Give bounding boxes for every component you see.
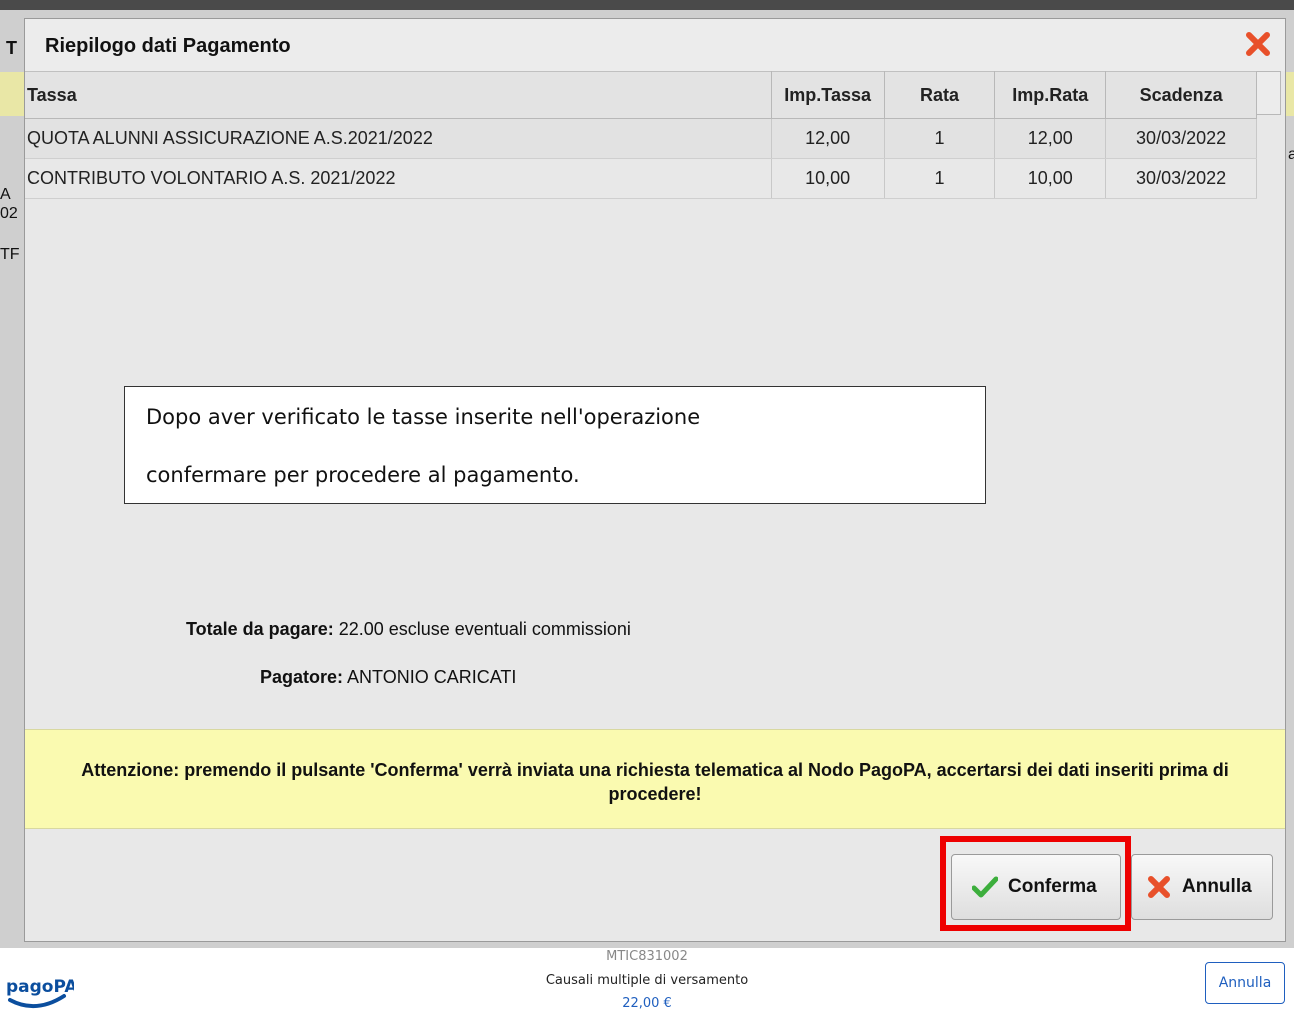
warning-banner: Attenzione: premendo il pulsante 'Confer… [25,729,1285,829]
cell-imp-tassa: 10,00 [771,158,885,199]
cell-imp-tassa: 12,00 [771,118,885,159]
column-header-rata[interactable]: Rata [884,71,996,119]
background-fragment: T [6,38,17,58]
cell-imp-rata: 10,00 [994,158,1107,199]
organization-code: MTIC831002 [606,949,688,964]
payment-description: Causali multiple di versamento [545,973,749,988]
confirm-button[interactable]: Conferma [951,854,1121,920]
table-scrollbar-stub[interactable] [1257,71,1281,115]
background-topbar [0,0,1294,10]
cell-rata: 1 [884,118,996,159]
total-value: 22.00 escluse eventuali commissioni [333,619,631,639]
close-icon [1148,876,1170,898]
table-row[interactable]: CONTRIBUTO VOLONTARIO A.S. 2021/2022 10,… [25,158,1257,199]
fees-table-container: Tassa Imp.Tassa Rata Imp.Rata Scadenza Q… [25,71,1257,199]
cell-scadenza: 30/03/2022 [1105,158,1257,199]
cancel-button-label: Annulla [1182,876,1252,897]
background-fragment: A [0,186,11,203]
cell-tassa: CONTRIBUTO VOLONTARIO A.S. 2021/2022 [25,158,772,199]
payer-label: Pagatore: [260,667,344,687]
cell-rata: 1 [884,158,996,199]
checkmark-icon [972,876,998,898]
column-header-imp-tassa[interactable]: Imp.Tassa [771,71,885,119]
cancel-button[interactable]: Annulla [1131,854,1273,920]
callout-line-1: Dopo aver verificato le tasse inserite n… [146,405,701,429]
fees-table: Tassa Imp.Tassa Rata Imp.Rata Scadenza Q… [25,71,1257,199]
confirm-button-label: Conferma [1008,876,1097,897]
dialog-header: Riepilogo dati Pagamento [25,19,1285,71]
background-fragment: a [1288,146,1294,163]
payer-value: ANTONIO CARICATI [343,667,517,687]
total-label: Totale da pagare: [186,619,334,639]
payment-summary-dialog: Riepilogo dati Pagamento Tassa Imp.Tassa… [24,18,1286,942]
payer: Pagatore: ANTONIO CARICATI [260,667,516,688]
background-fragment: 02 [0,205,18,222]
cell-scadenza: 30/03/2022 [1105,118,1257,159]
column-header-imp-rata[interactable]: Imp.Rata [994,71,1107,119]
table-row[interactable]: QUOTA ALUNNI ASSICURAZIONE A.S.2021/2022… [25,118,1257,159]
callout-line-2: confermare per procedere al pagamento. [146,463,580,487]
background-fragment: TF [0,246,20,263]
dialog-title: Riepilogo dati Pagamento [45,35,291,57]
column-header-tassa[interactable]: Tassa [25,71,772,119]
total-to-pay: Totale da pagare: 22.00 escluse eventual… [186,619,631,640]
cell-tassa: QUOTA ALUNNI ASSICURAZIONE A.S.2021/2022 [25,118,772,159]
footer-cancel-button[interactable]: Annulla [1205,962,1285,1004]
payment-amount: 22,00 € [622,996,672,1011]
close-icon[interactable] [1243,29,1273,59]
table-header-row: Tassa Imp.Tassa Rata Imp.Rata Scadenza [25,71,1257,119]
cell-imp-rata: 12,00 [994,118,1107,159]
instruction-callout: Dopo aver verificato le tasse inserite n… [124,386,986,504]
column-header-scadenza[interactable]: Scadenza [1105,71,1257,119]
